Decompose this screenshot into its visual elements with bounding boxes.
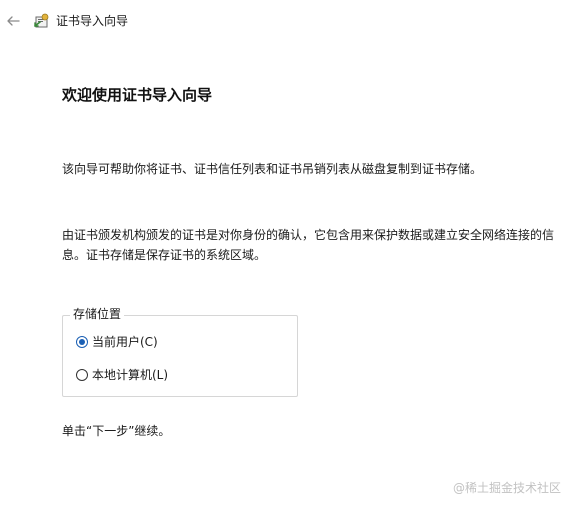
radio-dot	[79, 339, 85, 345]
current-user-label: 当前用户(C)	[92, 335, 158, 349]
current-user-radio[interactable]: 当前用户(C)	[76, 334, 158, 350]
storage-location-group	[62, 315, 298, 397]
description-paragraph: 由证书颁发机构颁发的证书是对你身份的确认，它包含用来保护数据或建立安全网络连接的…	[62, 228, 555, 262]
local-machine-label: 本地计算机(L)	[92, 368, 169, 382]
next-step-hint: 单击“下一步”继续。	[62, 424, 171, 438]
back-button[interactable]	[4, 12, 22, 30]
window-title: 证书导入向导	[56, 14, 129, 28]
page-title: 欢迎使用证书导入向导	[62, 86, 213, 104]
back-arrow-icon	[7, 16, 20, 26]
certificate-import-wizard: 证书导入向导 欢迎使用证书导入向导 该向导可帮助你将证书、证书信任列表和证书吊销…	[0, 0, 575, 510]
radio-checked-icon	[76, 336, 88, 348]
watermark: @稀土掘金技术社区	[452, 481, 561, 495]
storage-location-label: 存储位置	[70, 306, 125, 322]
radio-unchecked-icon	[76, 369, 88, 381]
certificate-icon	[33, 12, 51, 30]
intro-paragraph: 该向导可帮助你将证书、证书信任列表和证书吊销列表从磁盘复制到证书存储。	[62, 162, 483, 176]
title-bar: 证书导入向导	[0, 0, 575, 44]
local-machine-radio[interactable]: 本地计算机(L)	[76, 367, 168, 383]
